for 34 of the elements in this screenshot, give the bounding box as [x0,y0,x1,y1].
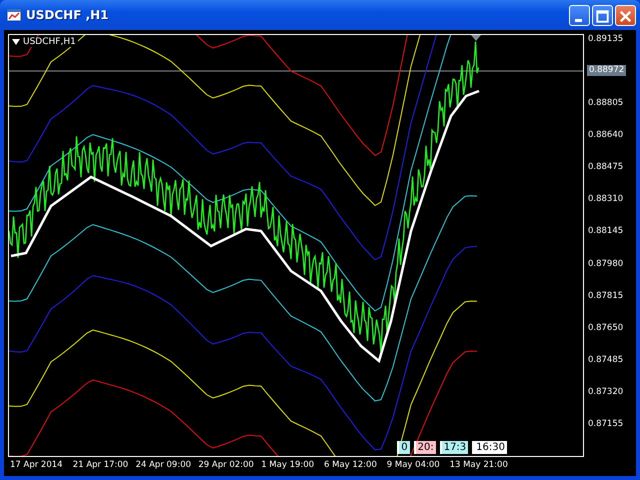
window-title: USDCHF ,H1 [26,8,110,22]
price-label: 0.88145 [587,226,624,238]
symbol-label[interactable]: USDCHF,H1 [12,37,78,47]
time-label: 17 Apr 2014 [10,460,64,470]
time-marker: 0 [397,441,410,454]
price-label: 0.87155 [587,418,624,430]
price-label: 0.87980 [587,258,624,270]
minimize-icon [575,18,582,22]
time-label: 21 Apr 17:00 [72,460,130,470]
price-label: 0.88310 [587,194,624,206]
time-label: 24 Apr 09:00 [136,460,192,470]
price-label: 0.87485 [587,354,624,366]
price-label: 0.87815 [587,290,624,302]
maximize-button[interactable] [592,4,613,26]
dropdown-icon [12,39,20,45]
time-label: 9 May 04:00 [386,460,441,470]
triangle-marker-icon [471,35,481,41]
time-label: 29 Apr 02:00 [198,460,255,470]
time-label: 6 May 12:00 [324,460,378,470]
price-label: 0.88640 [587,130,624,142]
time-marker: 20: [414,441,436,454]
close-button[interactable] [615,4,636,26]
time-label: 1 May 19:00 [261,460,316,470]
price-label: 0.88475 [587,162,624,174]
price-label: 0.89135 [587,34,624,45]
price-label: 0.87650 [587,322,624,334]
chart-icon [6,7,22,23]
minimize-button[interactable] [569,4,590,26]
price-label: 0.87320 [587,386,624,398]
price-tag: 0.88972 [587,65,626,76]
time-marker: 17:3 [440,441,468,454]
time-label: 13 May 21:00 [450,460,509,470]
time-marker: 16:30 [472,441,507,454]
price-label: 0.88805 [587,98,624,110]
